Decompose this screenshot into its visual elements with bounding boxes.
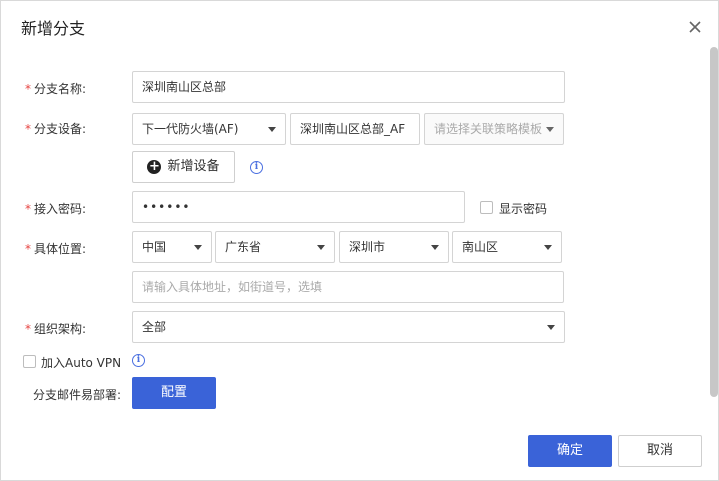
add-device-button[interactable]: + 新增设备: [132, 151, 235, 183]
chevron-down-icon: [317, 245, 325, 250]
add-branch-dialog: 新增分支 * 分支名称: 深圳南山区总部 * 分支设备: 下一代防火墙(AF) 深圳…: [0, 0, 719, 481]
confirm-button[interactable]: 确定: [528, 435, 612, 467]
dialog-title: 新增分支: [21, 19, 86, 38]
device-name-input[interactable]: 深圳南山区总部_AF: [290, 113, 420, 145]
close-icon[interactable]: [687, 19, 703, 35]
mail-deploy-label: 分支邮件易部署:: [33, 388, 122, 402]
district-value: 南山区: [462, 240, 499, 254]
branch-device-label: * 分支设备:: [25, 122, 87, 136]
branch-name-input[interactable]: 深圳南山区总部: [132, 71, 565, 103]
policy-template-placeholder: 请选择关联策略模板: [434, 122, 543, 136]
show-password-checkbox[interactable]: [480, 201, 493, 214]
chevron-down-icon: [546, 127, 554, 132]
add-device-label: 新增设备: [167, 159, 220, 174]
address-input[interactable]: 请输入具体地址，如街道号，选填: [132, 271, 564, 303]
city-value: 深圳市: [349, 240, 386, 254]
country-select[interactable]: 中国: [132, 231, 212, 263]
plus-circle-icon: +: [147, 158, 162, 174]
city-select[interactable]: 深圳市: [339, 231, 449, 263]
branch-name-label: * 分支名称:: [25, 82, 87, 96]
show-password-label: 显示密码: [499, 202, 548, 216]
chevron-down-icon: [431, 245, 439, 250]
chevron-down-icon: [547, 325, 555, 330]
auto-vpn-checkbox[interactable]: [23, 355, 36, 368]
access-password-input[interactable]: ••••••: [132, 191, 465, 223]
org-value: 全部: [142, 320, 167, 334]
org-select[interactable]: 全部: [132, 311, 565, 343]
org-label: * 组织架构:: [25, 322, 87, 336]
policy-template-select[interactable]: 请选择关联策略模板: [424, 113, 564, 145]
location-label: * 具体位置:: [25, 242, 87, 256]
country-value: 中国: [142, 240, 167, 254]
device-type-value: 下一代防火墙(AF): [142, 122, 239, 136]
district-select[interactable]: 南山区: [452, 231, 562, 263]
chevron-down-icon: [194, 245, 202, 250]
chevron-down-icon: [544, 245, 552, 250]
access-password-label: * 接入密码:: [25, 202, 87, 216]
info-icon[interactable]: i: [132, 354, 145, 367]
scrollbar[interactable]: [710, 47, 718, 397]
province-value: 广东省: [225, 240, 262, 254]
cancel-button[interactable]: 取消: [618, 435, 702, 467]
auto-vpn-label: 加入Auto VPN: [41, 356, 122, 370]
device-type-select[interactable]: 下一代防火墙(AF): [132, 113, 286, 145]
info-icon[interactable]: i: [250, 161, 263, 174]
province-select[interactable]: 广东省: [215, 231, 335, 263]
chevron-down-icon: [268, 127, 276, 132]
configure-button[interactable]: 配置: [132, 377, 216, 409]
